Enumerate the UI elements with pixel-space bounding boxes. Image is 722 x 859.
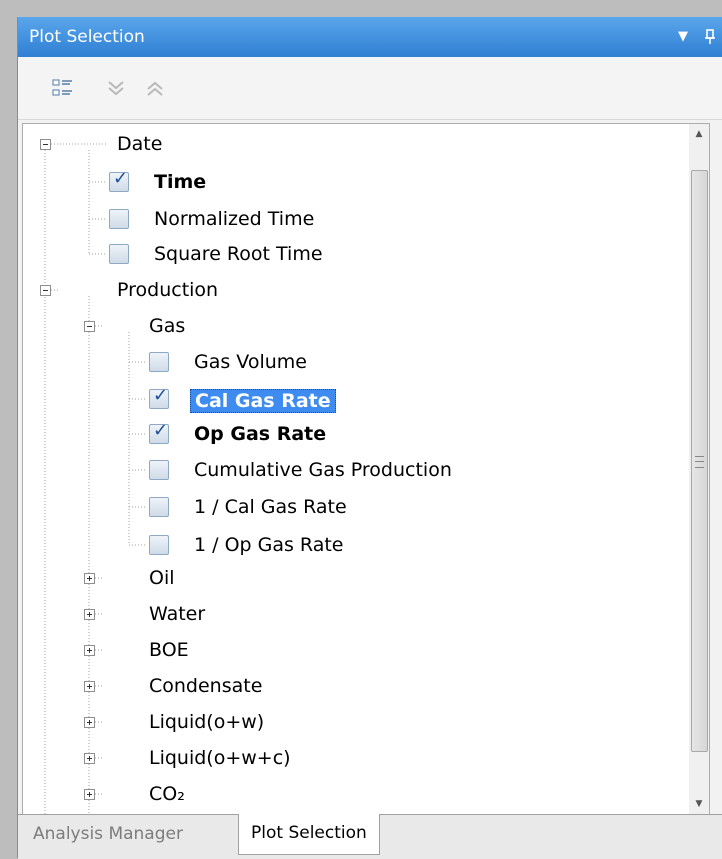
tree-node-label: CO₂: [149, 783, 185, 805]
tree-node-label: Date: [117, 133, 163, 155]
tab-analysis-manager[interactable]: Analysis Manager: [21, 815, 195, 853]
tree-node-gas[interactable]: Gas: [149, 311, 185, 341]
tree-item-label: Square Root Time: [154, 243, 323, 265]
tree-item-label: Op Gas Rate: [194, 423, 327, 445]
tree-node-liquid-ow[interactable]: Liquid(o+w): [149, 707, 264, 737]
scrollbar-grip-icon: [695, 456, 704, 468]
tree-item-label: 1 / Cal Gas Rate: [194, 496, 347, 518]
tree-node-oil[interactable]: Oil: [149, 563, 175, 593]
production-collapse-toggle[interactable]: [40, 285, 51, 296]
scroll-down-icon[interactable]: ▼: [689, 794, 709, 814]
condensate-expand-toggle[interactable]: [84, 681, 95, 692]
pin-icon[interactable]: [700, 27, 720, 47]
panel-title-bar: Plot Selection ▼: [18, 17, 722, 57]
op-gas-rate-checkbox[interactable]: ✓: [149, 421, 169, 444]
inverse-cal-gas-rate-checkbox[interactable]: [149, 497, 169, 517]
tree-node-label: Gas: [149, 315, 186, 337]
boe-expand-toggle[interactable]: [84, 645, 95, 656]
tree-node-label: Liquid(o+w): [149, 711, 265, 733]
co2-expand-toggle[interactable]: [84, 789, 95, 800]
square-root-time-checkbox[interactable]: [109, 244, 129, 264]
time-checkbox[interactable]: ✓: [109, 169, 129, 192]
plot-selection-panel: Plot Selection ▼ Date ✓ Time Normalized …: [17, 17, 722, 859]
liquid-ow-expand-toggle[interactable]: [84, 717, 95, 728]
tree-vertical-scrollbar[interactable]: ▲ ▼: [689, 123, 710, 816]
tree-item-label: Time: [154, 171, 207, 193]
tree-node-production[interactable]: Production: [117, 275, 218, 305]
dropdown-icon[interactable]: ▼: [674, 28, 692, 46]
inverse-op-gas-rate-checkbox[interactable]: [149, 535, 169, 555]
tree-node-boe[interactable]: BOE: [149, 635, 189, 665]
tree-node-label: BOE: [149, 639, 189, 661]
collapse-all-icon[interactable]: [143, 77, 167, 101]
tree-node-water[interactable]: Water: [149, 599, 205, 629]
tree-item-inverse-op-gas-rate[interactable]: 1 / Op Gas Rate: [194, 530, 344, 560]
scrollbar-thumb[interactable]: [691, 170, 708, 752]
expand-all-icon[interactable]: [104, 77, 128, 101]
gas-volume-checkbox[interactable]: [149, 352, 169, 372]
cumulative-gas-production-checkbox[interactable]: [149, 460, 169, 480]
tree-node-co2[interactable]: CO₂: [149, 779, 185, 809]
tree-item-label: 1 / Op Gas Rate: [194, 534, 344, 556]
tree-node-label: Production: [117, 279, 219, 301]
tree-node-label: Liquid(o+w+c): [149, 747, 291, 769]
tree-item-cal-gas-rate[interactable]: Cal Gas Rate: [190, 384, 336, 414]
scroll-up-icon[interactable]: ▲: [689, 124, 709, 144]
date-collapse-toggle[interactable]: [40, 139, 51, 150]
oil-expand-toggle[interactable]: [84, 573, 95, 584]
tree-node-date[interactable]: Date: [117, 129, 162, 159]
tree-node-label: Water: [149, 603, 206, 625]
tree-item-op-gas-rate[interactable]: Op Gas Rate: [194, 419, 326, 449]
tree-item-normalized-time[interactable]: Normalized Time: [154, 204, 314, 234]
panel-tab-bar: Analysis Manager Plot Selection: [18, 814, 722, 859]
tree-item-gas-volume[interactable]: Gas Volume: [194, 347, 307, 377]
water-expand-toggle[interactable]: [84, 609, 95, 620]
tree-node-label: Oil: [149, 567, 175, 589]
liquid-owc-expand-toggle[interactable]: [84, 753, 95, 764]
tree-node-liquid-owc[interactable]: Liquid(o+w+c): [149, 743, 291, 773]
tree-item-cumulative-gas-production[interactable]: Cumulative Gas Production: [194, 455, 452, 485]
normalized-time-checkbox[interactable]: [109, 209, 129, 229]
tree-node-label: Condensate: [149, 675, 263, 697]
tree-item-label: Normalized Time: [154, 208, 315, 230]
tree-item-label-selected: Cal Gas Rate: [190, 389, 336, 413]
tab-plot-selection[interactable]: Plot Selection: [238, 814, 380, 855]
cal-gas-rate-checkbox[interactable]: ✓: [149, 386, 169, 409]
tree-toolbar: [18, 57, 722, 120]
tree-item-label: Gas Volume: [194, 351, 307, 373]
tree-item-square-root-time[interactable]: Square Root Time: [154, 239, 323, 269]
list-view-icon[interactable]: [51, 77, 75, 101]
tree-item-time[interactable]: Time: [154, 167, 206, 197]
gas-collapse-toggle[interactable]: [84, 321, 95, 332]
tree-node-condensate[interactable]: Condensate: [149, 671, 262, 701]
tree-item-inverse-cal-gas-rate[interactable]: 1 / Cal Gas Rate: [194, 492, 347, 522]
tree-item-label: Cumulative Gas Production: [194, 459, 452, 481]
plot-selection-tree: Date ✓ Time Normalized Time Square Root …: [22, 123, 691, 816]
panel-title: Plot Selection: [29, 27, 145, 47]
